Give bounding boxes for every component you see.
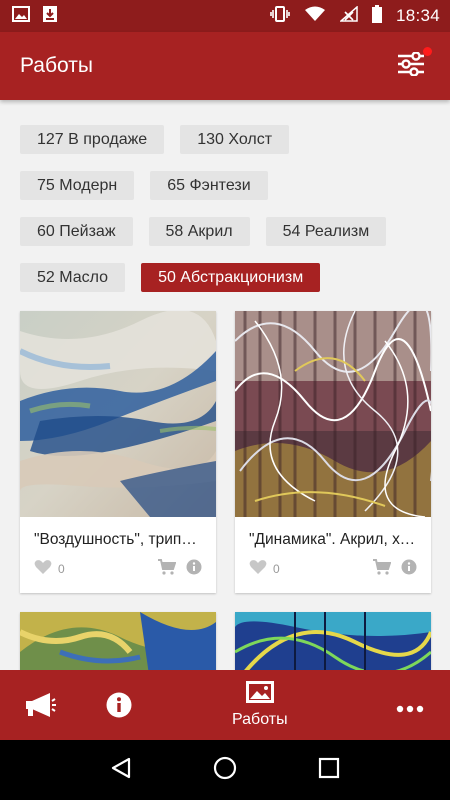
status-bar: 18:34 — [0, 0, 450, 32]
nav-works[interactable]: Работы — [232, 680, 288, 729]
likes-count: 0 — [58, 562, 65, 576]
bottom-navigation: Работы — [0, 670, 450, 740]
app-bar: Работы — [0, 32, 450, 100]
vibrate-icon — [270, 5, 290, 27]
artwork-card[interactable]: "Динамика". Акрил, холст 0 — [235, 311, 431, 593]
artwork-title[interactable]: "Воздушность", триптих — [20, 517, 216, 549]
heart-icon[interactable] — [34, 559, 52, 580]
cart-icon[interactable] — [158, 558, 177, 580]
artwork-card[interactable]: "Воздушность", триптих 0 — [20, 311, 216, 593]
card-actions: 0 — [20, 549, 216, 593]
info-icon — [106, 692, 132, 723]
artwork-card[interactable] — [235, 612, 431, 670]
cart-icon[interactable] — [373, 558, 392, 580]
home-icon[interactable] — [213, 756, 237, 785]
status-time: 18:34 — [395, 6, 440, 25]
card-actions: 0 — [235, 549, 431, 593]
artwork-card[interactable] — [20, 612, 216, 670]
filter-chip[interactable]: 127 В продаже — [20, 125, 165, 154]
filter-chip[interactable]: 60 Пейзаж — [20, 217, 133, 246]
chip-row: 52 Масло 50 Абстракционизм — [20, 263, 440, 292]
chip-row: 75 Модерн 65 Фэнтези — [20, 171, 440, 200]
filter-chip[interactable]: 130 Холст — [180, 125, 290, 154]
image-icon — [12, 5, 30, 27]
filter-button[interactable] — [396, 47, 432, 81]
battery-icon — [371, 4, 382, 28]
wifi-icon — [304, 6, 326, 27]
heart-icon[interactable] — [249, 559, 267, 580]
nav-news[interactable] — [24, 692, 56, 723]
sliders-icon — [397, 50, 425, 81]
filter-chips: 127 В продаже 130 Холст 75 Модерн 65 Фэн… — [20, 125, 440, 309]
recents-icon[interactable] — [318, 757, 340, 784]
filter-chip[interactable]: 52 Масло — [20, 263, 126, 292]
nav-works-label: Работы — [232, 711, 288, 728]
chip-row: 60 Пейзаж 58 Акрил 54 Реализм — [20, 217, 440, 246]
artwork-title[interactable]: "Динамика". Акрил, холст — [235, 517, 431, 549]
artwork-image[interactable] — [20, 612, 216, 670]
likes-count: 0 — [273, 562, 280, 576]
filter-chip[interactable]: 54 Реализм — [265, 217, 387, 246]
megaphone-icon — [24, 692, 56, 723]
back-icon[interactable] — [110, 757, 132, 784]
download-icon — [42, 5, 58, 28]
chip-row: 127 В продаже 130 Холст — [20, 125, 440, 154]
signal-icon — [338, 4, 358, 27]
notification-dot — [423, 47, 432, 56]
filter-chip[interactable]: 75 Модерн — [20, 171, 135, 200]
artworks-list[interactable]: 127 В продаже 130 Холст 75 Модерн 65 Фэн… — [0, 100, 450, 670]
info-icon[interactable] — [401, 559, 417, 580]
filter-chip[interactable]: 65 Фэнтези — [150, 171, 268, 200]
system-navigation-bar — [0, 740, 450, 800]
info-icon[interactable] — [186, 559, 202, 580]
gallery-icon — [245, 680, 275, 709]
nav-more[interactable] — [396, 700, 424, 718]
artwork-image[interactable] — [235, 612, 431, 670]
nav-info[interactable] — [106, 692, 132, 723]
artwork-image[interactable] — [20, 311, 216, 517]
more-icon — [396, 700, 424, 718]
filter-chip[interactable]: 58 Акрил — [148, 217, 250, 246]
page-title: Работы — [20, 54, 93, 77]
artwork-image[interactable] — [235, 311, 431, 517]
filter-chip-active[interactable]: 50 Абстракционизм — [141, 263, 321, 292]
